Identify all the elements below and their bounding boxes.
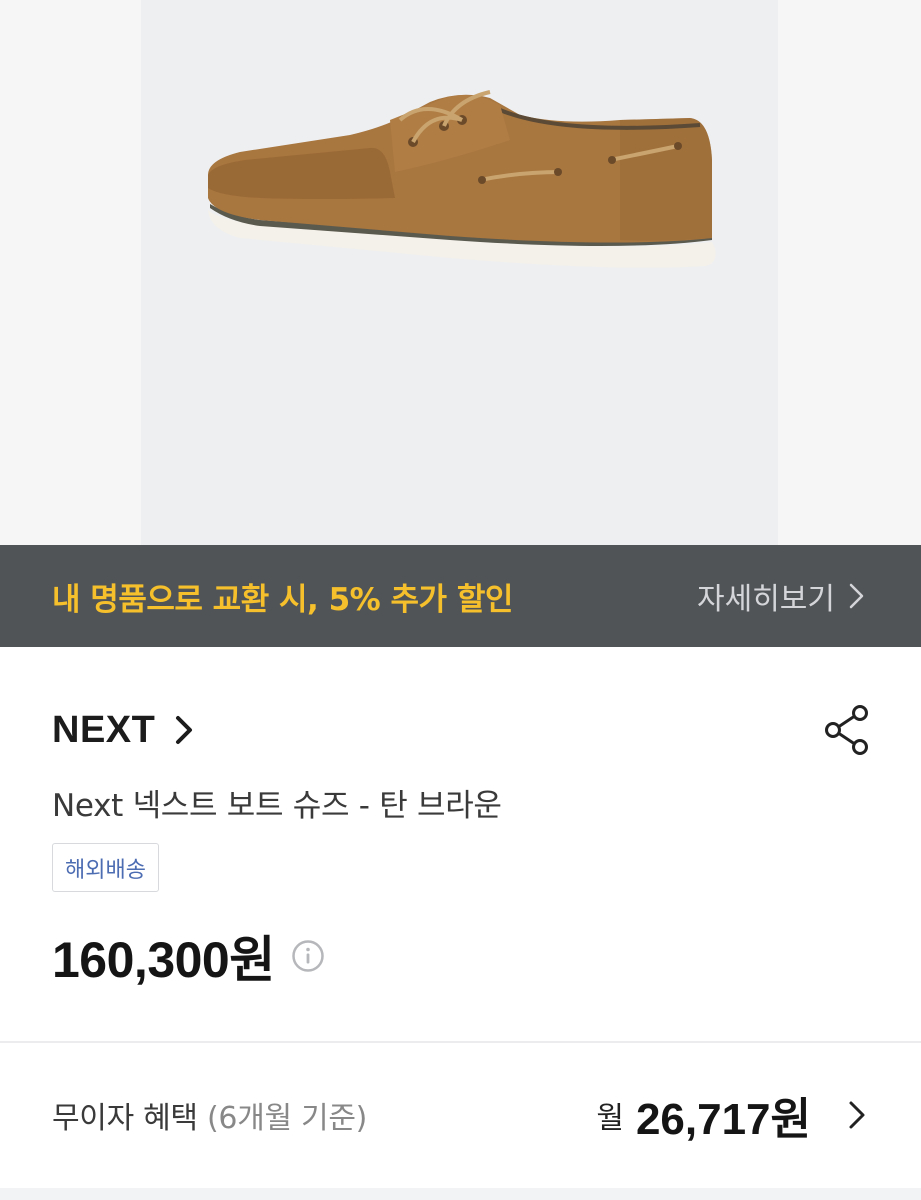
overseas-shipping-badge: 해외배송	[52, 843, 159, 892]
promo-banner[interactable]: 내 명품으로 교환 시, 5% 추가 할인 자세히보기	[0, 545, 921, 647]
product-title: Next 넥스트 보트 슈즈 - 탄 브라운	[52, 788, 502, 824]
share-icon[interactable]	[824, 704, 872, 756]
product-price: 160,300원	[52, 932, 275, 988]
info-icon[interactable]	[291, 939, 325, 973]
section-divider	[0, 1041, 921, 1043]
product-image	[208, 90, 716, 268]
monthly-price: 26,717원	[635, 1095, 811, 1144]
benefit-value-group: 월 26,717원	[596, 1083, 867, 1147]
brand-row: NEXT	[52, 700, 872, 760]
benefit-label: 무이자 혜택	[52, 1101, 198, 1136]
chevron-right-icon	[176, 716, 193, 744]
brand-link[interactable]: NEXT	[52, 709, 195, 752]
chevron-right-icon	[849, 583, 864, 609]
interest-free-benefit-row[interactable]: 무이자 혜택 (6개월 기준) 월 26,717원	[52, 1080, 867, 1150]
bottom-section-background	[0, 1188, 921, 1200]
brand-name: NEXT	[52, 708, 156, 751]
promo-text: 내 명품으로 교환 시, 5% 추가 할인	[52, 581, 513, 618]
product-image-area[interactable]	[0, 0, 921, 545]
benefit-label-note: (6개월 기준)	[207, 1101, 368, 1136]
price-row: 160,300원	[52, 920, 325, 992]
benefit-label-group: 무이자 혜택 (6개월 기준)	[52, 1093, 367, 1137]
chevron-right-icon	[849, 1101, 865, 1129]
promo-more-button[interactable]: 자세히보기	[697, 574, 867, 618]
month-prefix: 월	[596, 1101, 624, 1136]
promo-more-label: 자세히보기	[697, 582, 835, 617]
